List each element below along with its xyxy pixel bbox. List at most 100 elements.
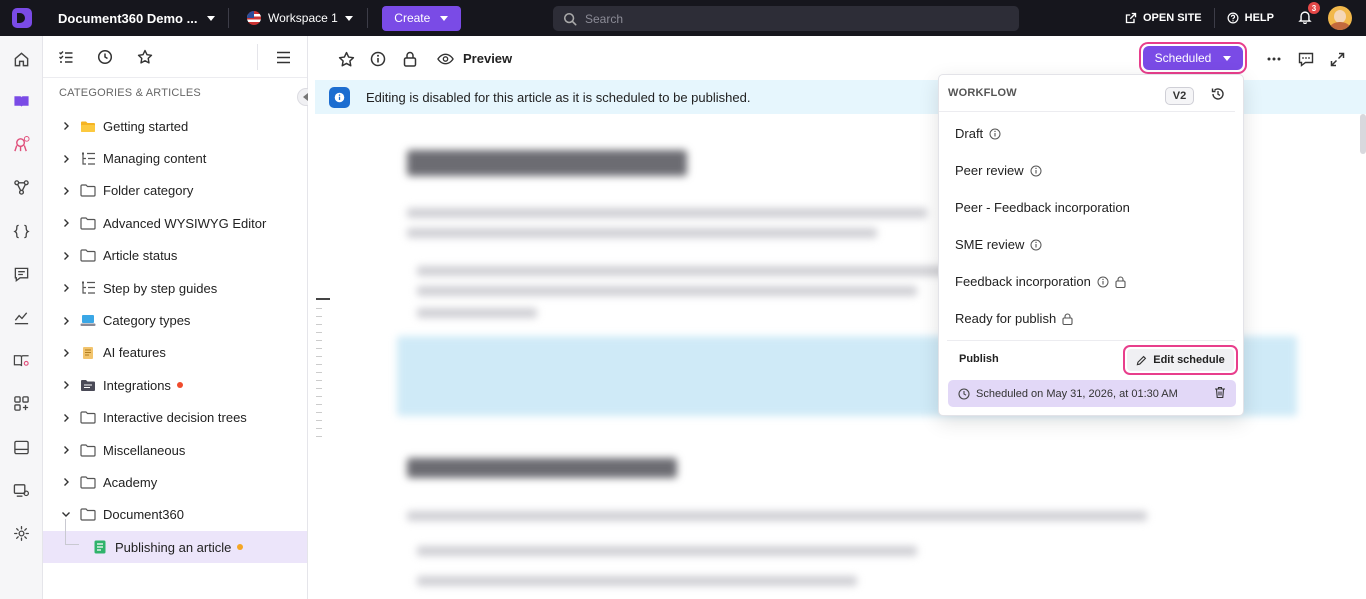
tree-item-label: Advanced WYSIWYG Editor: [103, 215, 267, 231]
folder-icon: [80, 249, 96, 263]
open-site-button[interactable]: OPEN SITE: [1113, 12, 1214, 24]
home-icon[interactable]: [12, 50, 30, 68]
sidebar-heading: CATEGORIES & ARTICLES: [59, 87, 201, 99]
scrollbar[interactable]: [1360, 114, 1366, 154]
api-icon[interactable]: [12, 222, 30, 240]
more-options-icon[interactable]: [1265, 50, 1283, 68]
document360-logo-icon[interactable]: [0, 0, 44, 36]
tree-item-document360[interactable]: Document360: [43, 499, 307, 531]
history-icon[interactable]: [1211, 87, 1225, 101]
chevron-right-icon[interactable]: [61, 413, 71, 423]
notifications-button[interactable]: 3: [1286, 2, 1324, 27]
tree-item-academy[interactable]: Academy: [43, 466, 307, 498]
menu-icon[interactable]: [274, 48, 292, 66]
preview-button[interactable]: Preview: [463, 51, 512, 66]
divider: [257, 44, 258, 70]
create-button[interactable]: Create: [381, 5, 461, 31]
expand-icon[interactable]: [1328, 50, 1346, 68]
chevron-right-icon[interactable]: [61, 348, 71, 358]
chevron-right-icon[interactable]: [61, 477, 71, 487]
star-icon[interactable]: [136, 48, 154, 66]
workflow-header: WORKFLOW V2: [939, 75, 1235, 112]
trash-icon[interactable]: [1214, 386, 1226, 399]
ai-assistant-icon[interactable]: [12, 135, 30, 153]
publish-label: Publish: [959, 353, 999, 365]
status-label: Draft: [955, 126, 984, 141]
tree-connector: [65, 519, 79, 546]
chevron-right-icon[interactable]: [61, 154, 71, 164]
lock-icon[interactable]: [401, 50, 419, 68]
tree-item-category-types[interactable]: Category types: [43, 304, 307, 336]
avatar[interactable]: [1328, 6, 1352, 30]
info-icon[interactable]: [369, 50, 387, 68]
info-icon[interactable]: [989, 128, 1001, 140]
tree-item-ai-features[interactable]: AI features: [43, 337, 307, 369]
tree-item-folder-category[interactable]: Folder category: [43, 175, 307, 207]
info-icon: [329, 86, 350, 108]
workflow-status-sme-review[interactable]: SME review: [939, 226, 1243, 263]
chevron-right-icon[interactable]: [61, 218, 71, 228]
settings-gear-icon[interactable]: [12, 524, 30, 542]
chevron-right-icon[interactable]: [61, 445, 71, 455]
checklist-icon[interactable]: [57, 48, 75, 66]
workflow-status-peer-review[interactable]: Peer review: [939, 152, 1243, 189]
workflow-status-feedback-incorporation[interactable]: Feedback incorporation: [939, 263, 1243, 300]
chevron-right-icon[interactable]: [61, 251, 71, 261]
category-tree: Getting started Managing content Folder …: [43, 110, 307, 564]
scheduled-info-bar: Scheduled on May 31, 2026, at 01:30 AM: [948, 380, 1236, 407]
search-bar[interactable]: [553, 6, 1019, 31]
workflow-status-draft[interactable]: Draft: [939, 115, 1243, 152]
info-icon[interactable]: [1030, 165, 1042, 177]
project-selector[interactable]: Document360 Demo ...: [44, 11, 228, 26]
tree-item-getting-started[interactable]: Getting started: [43, 110, 307, 142]
portal-settings-icon[interactable]: [12, 481, 30, 499]
comment-icon[interactable]: [1297, 50, 1315, 68]
divider: [366, 8, 368, 28]
chevron-right-icon[interactable]: [61, 186, 71, 196]
tree-item-label: Integrations: [103, 377, 171, 393]
chevron-right-icon[interactable]: [61, 316, 71, 326]
help-label: HELP: [1244, 12, 1274, 24]
tree-item-miscellaneous[interactable]: Miscellaneous: [43, 434, 307, 466]
chevron-right-icon[interactable]: [61, 380, 71, 390]
widget-icon[interactable]: [12, 438, 30, 456]
analytics-icon[interactable]: [12, 308, 30, 326]
tree-item-advanced-wysiwyg-editor[interactable]: Advanced WYSIWYG Editor: [43, 207, 307, 239]
chevron-right-icon[interactable]: [61, 283, 71, 293]
tree-item-label: Publishing an article: [115, 539, 232, 555]
workflow-icon[interactable]: [12, 178, 30, 196]
knowledge-base-icon[interactable]: [12, 351, 30, 369]
info-icon[interactable]: [1030, 239, 1042, 251]
workflow-title: WORKFLOW: [948, 87, 1017, 99]
documentation-icon[interactable]: [12, 92, 30, 110]
workspace-selector[interactable]: Workspace 1: [229, 11, 367, 25]
chevron-down-icon[interactable]: [61, 511, 71, 518]
article-green-icon: [92, 540, 108, 554]
tree-item-managing-content[interactable]: Managing content: [43, 142, 307, 174]
help-button[interactable]: HELP: [1215, 12, 1286, 24]
tree-item-label: Article status: [103, 248, 178, 264]
clock-icon[interactable]: [96, 48, 114, 66]
article-status-button[interactable]: Scheduled: [1143, 46, 1243, 70]
integrations-icon[interactable]: [12, 394, 30, 412]
workflow-dropdown: WORKFLOW V2 Draft Peer review Peer - Fee…: [938, 74, 1244, 416]
tree-item-step-by-step-guides[interactable]: Step by step guides: [43, 272, 307, 304]
eye-icon[interactable]: [436, 50, 454, 68]
chevron-right-icon[interactable]: [61, 121, 71, 131]
status-label: Peer review: [955, 163, 1024, 178]
tree-item-article-status[interactable]: Article status: [43, 240, 307, 272]
chevron-down-icon: [344, 15, 353, 21]
search-input[interactable]: [585, 11, 1005, 26]
tree-item-label: Academy: [103, 474, 158, 490]
lock-icon: [1062, 312, 1073, 325]
info-icon[interactable]: [1097, 276, 1109, 288]
feedback-icon[interactable]: [12, 265, 30, 283]
tree-item-publishing-an-article[interactable]: Publishing an article: [43, 519, 307, 564]
tree-item-interactive-decision-trees[interactable]: Interactive decision trees: [43, 402, 307, 434]
star-icon[interactable]: [337, 50, 355, 68]
edit-schedule-button[interactable]: Edit schedule: [1127, 349, 1234, 371]
workflow-status-ready-for-publish[interactable]: Ready for publish: [939, 300, 1243, 337]
left-rail: [0, 36, 43, 599]
tree-item-integrations[interactable]: Integrations: [43, 369, 307, 401]
workflow-status-peer-feedback-incorporation[interactable]: Peer - Feedback incorporation: [939, 189, 1243, 226]
